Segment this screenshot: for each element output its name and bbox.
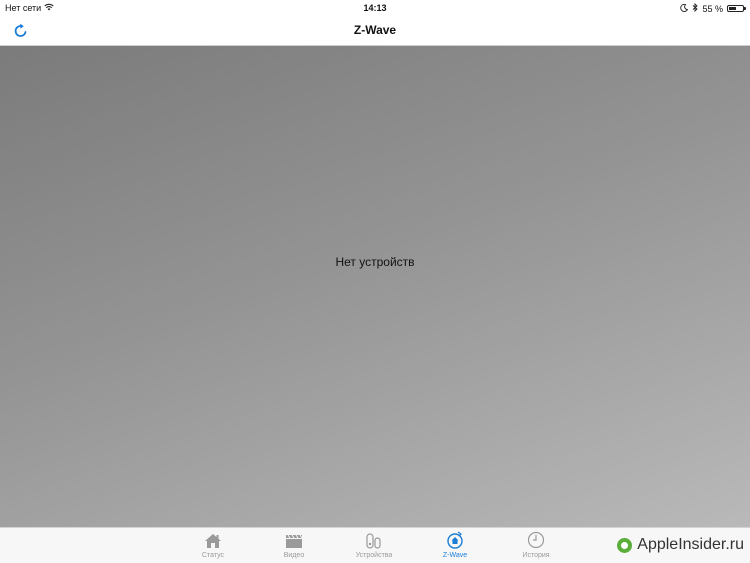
tab-video[interactable]: Видео (259, 531, 329, 559)
tab-label: Статус (201, 552, 225, 559)
moon-icon (680, 3, 689, 14)
watermark-text: AppleInsider.ru (637, 536, 744, 553)
tab-label: Устройства (355, 552, 393, 559)
watermark: AppleInsider.ru (617, 535, 744, 555)
bluetooth-icon (692, 2, 699, 14)
navigation-bar: Z-Wave (0, 16, 750, 46)
clock-icon (527, 531, 545, 549)
status-bar: Нет сети 14:13 55 % (0, 0, 750, 16)
battery-icon (727, 5, 746, 12)
main-content: Нет устройств (0, 46, 750, 527)
zwave-icon (447, 531, 463, 549)
status-right: 55 % (680, 2, 746, 14)
tab-devices[interactable]: Устройства (339, 531, 409, 559)
page-title: Z-Wave (353, 23, 397, 37)
tab-label: Z-Wave (442, 552, 468, 559)
status-time: 14:13 (363, 3, 387, 13)
tab-zwave[interactable]: Z-Wave (420, 531, 490, 559)
tab-label: История (522, 552, 550, 559)
tab-label: Видео (283, 552, 305, 559)
devices-icon (366, 533, 381, 549)
battery-fill (729, 7, 737, 10)
appleinsider-logo-icon (617, 537, 633, 553)
clapperboard-icon (286, 534, 303, 548)
empty-state-message: Нет устройств (335, 255, 415, 269)
battery-percent: 55 % (702, 3, 723, 14)
home-icon (205, 534, 221, 548)
tab-status[interactable]: Статус (178, 531, 248, 559)
tab-history[interactable]: История (501, 531, 571, 559)
